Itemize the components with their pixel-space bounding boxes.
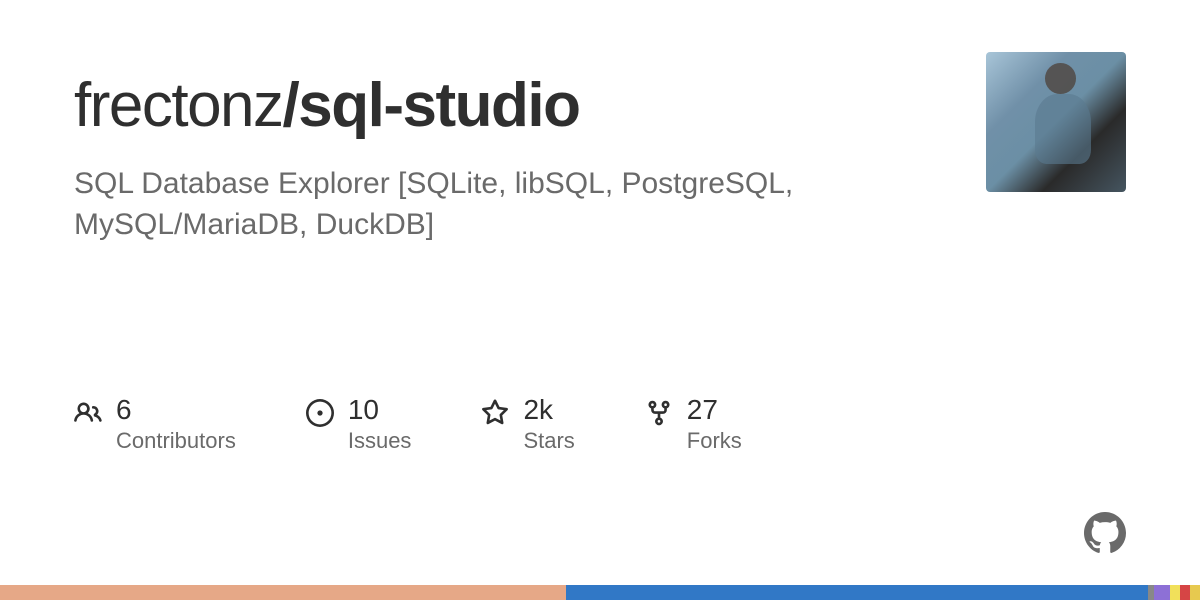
repo-owner: frectonz (74, 71, 283, 140)
stat-forks: 27 Forks (645, 395, 742, 454)
stat-value: 10 (348, 395, 412, 426)
stat-value: 27 (687, 395, 742, 426)
stat-value: 2k (523, 395, 574, 426)
stat-label: Forks (687, 428, 742, 454)
language-segment (1170, 585, 1180, 600)
language-segment (0, 585, 566, 600)
stat-label: Stars (523, 428, 574, 454)
github-logo-icon (1084, 512, 1126, 554)
issue-icon (306, 399, 334, 427)
repo-title: frectonz/sql-studio (74, 72, 946, 140)
star-icon (481, 399, 509, 427)
language-bar (0, 585, 1200, 600)
stat-label: Contributors (116, 428, 236, 454)
stat-stars: 2k Stars (481, 395, 574, 454)
language-segment (1190, 585, 1200, 600)
fork-icon (645, 399, 673, 427)
language-segment (1180, 585, 1191, 600)
language-segment (1154, 585, 1170, 600)
people-icon (74, 399, 102, 427)
repo-description: SQL Database Explorer [SQLite, libSQL, P… (74, 164, 834, 245)
repo-name: sql-studio (298, 71, 579, 140)
stat-value: 6 (116, 395, 236, 426)
avatar (986, 52, 1126, 192)
stat-issues: 10 Issues (306, 395, 412, 454)
stats-row: 6 Contributors 10 Issues 2k Stars 27 For… (74, 395, 1126, 454)
stat-contributors: 6 Contributors (74, 395, 236, 454)
language-segment (566, 585, 1148, 600)
stat-label: Issues (348, 428, 412, 454)
repo-separator: / (283, 71, 299, 140)
